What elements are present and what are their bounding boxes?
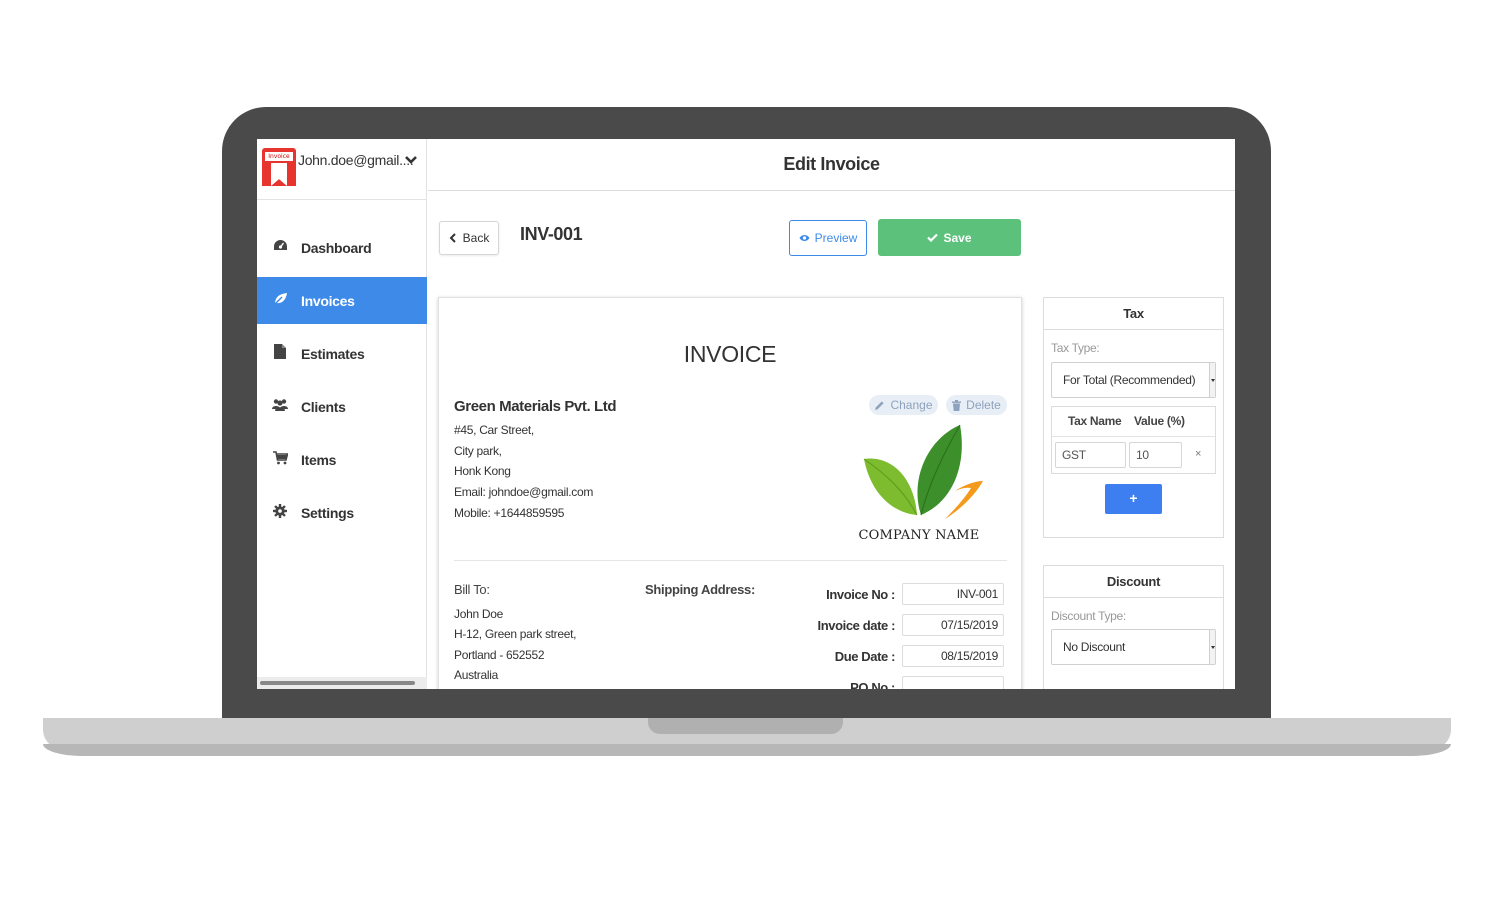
save-button-label: Save: [943, 230, 972, 245]
divider: [1052, 436, 1215, 437]
app-logo: Invoice: [262, 148, 296, 186]
remove-tax-icon[interactable]: ×: [1195, 448, 1201, 460]
leaf-icon: [272, 292, 288, 310]
company-name: Green Materials Pvt. Ltd: [454, 398, 617, 415]
due-date-field[interactable]: [902, 645, 1004, 667]
invoice-heading: INVOICE: [683, 341, 777, 367]
caret-down-icon: [1209, 363, 1215, 397]
discount-panel-title: Discount: [1044, 566, 1223, 598]
bill-to-line: John Doe: [454, 607, 503, 621]
company-address-line: Honk Kong: [454, 464, 511, 478]
sidebar-item-clients[interactable]: Clients: [257, 383, 427, 430]
bill-to-label: Bill To:: [454, 582, 490, 597]
bill-to-line: H-12, Green park street,: [454, 627, 577, 641]
discount-type-label: Discount Type:: [1051, 609, 1126, 623]
shipping-address-label: Shipping Address:: [645, 582, 755, 597]
sidebar-scrollbar[interactable]: [257, 677, 427, 689]
bill-to-line: Australia: [454, 668, 498, 682]
users-icon: [272, 398, 288, 416]
pencil-icon: [875, 400, 885, 410]
company-address-line: #45, Car Street,: [454, 423, 534, 437]
sidebar-item-label: Invoices: [301, 292, 355, 309]
delete-logo-button[interactable]: Delete: [946, 395, 1007, 415]
tax-value-input[interactable]: 10: [1129, 442, 1182, 468]
tax-table: Tax Name Value (%) GST 10 ×: [1051, 406, 1216, 474]
sidebar-item-label: Settings: [301, 504, 354, 521]
gear-icon: [272, 503, 288, 522]
tax-name-input[interactable]: GST: [1055, 442, 1126, 468]
company-mobile: Mobile: +1644859595: [454, 506, 565, 520]
sidebar-item-settings[interactable]: Settings: [257, 489, 427, 536]
change-logo-label: Change: [890, 398, 933, 412]
caret-down-icon: [1209, 630, 1215, 664]
bill-to-line: Portland - 652552: [454, 648, 545, 662]
invoice-no-field[interactable]: [902, 583, 1004, 605]
delete-logo-label: Delete: [966, 398, 1001, 412]
invoice-number-title: INV-001: [520, 224, 583, 244]
back-button[interactable]: Back: [439, 221, 499, 255]
sidebar-item-dashboard[interactable]: Dashboard: [257, 224, 427, 271]
tax-panel-title: Tax: [1044, 298, 1223, 330]
po-no-field[interactable]: [902, 676, 1004, 689]
top-bar: Edit Invoice: [428, 139, 1235, 191]
page-title: Edit Invoice: [783, 154, 880, 174]
save-button[interactable]: Save: [878, 219, 1021, 256]
chevron-down-icon[interactable]: [405, 152, 417, 168]
company-email: Email: johndoe@gmail.com: [454, 485, 594, 499]
user-email: John.doe@gmail....: [298, 152, 414, 168]
invoice-preview-card: INVOICE Green Materials Pvt. Ltd #45, Ca…: [438, 297, 1022, 689]
sidebar-item-label: Estimates: [301, 345, 365, 362]
scrollbar-thumb[interactable]: [260, 681, 415, 685]
back-button-label: Back: [462, 231, 490, 245]
tax-panel: Tax Tax Type: For Total (Recommended) Ta…: [1043, 297, 1224, 538]
dashboard-icon: [272, 239, 288, 257]
tax-type-select[interactable]: For Total (Recommended): [1051, 362, 1216, 398]
invoice-no-label: Invoice No :: [826, 587, 895, 602]
trash-icon: [952, 399, 962, 411]
preview-button-label: Preview: [814, 231, 858, 245]
sidebar-item-invoices[interactable]: Invoices: [257, 277, 427, 324]
tax-value-header: Value (%): [1134, 414, 1185, 428]
sidebar-item-label: Dashboard: [301, 239, 372, 256]
add-tax-button[interactable]: +: [1105, 484, 1162, 514]
divider: [454, 560, 1007, 561]
tax-type-label: Tax Type:: [1051, 341, 1100, 355]
file-icon: [272, 344, 288, 363]
cart-icon: [272, 450, 289, 469]
tax-name-header: Tax Name: [1068, 414, 1122, 428]
sidebar-item-label: Items: [301, 451, 337, 468]
sidebar-item-items[interactable]: Items: [257, 436, 427, 483]
discount-type-select[interactable]: No Discount: [1051, 629, 1216, 665]
preview-button[interactable]: Preview: [789, 220, 867, 256]
document-icon: [271, 163, 287, 186]
app-screen: Invoice John.doe@gmail.... Dashboard Inv…: [257, 139, 1235, 689]
company-address-line: City park,: [454, 444, 502, 458]
app-logo-label: Invoice: [265, 152, 293, 161]
sidebar: Invoice John.doe@gmail.... Dashboard Inv…: [257, 139, 427, 689]
due-date-label: Due Date :: [834, 649, 896, 664]
account-header[interactable]: Invoice John.doe@gmail....: [257, 139, 427, 200]
discount-type-value: No Discount: [1063, 640, 1126, 654]
change-logo-button[interactable]: Change: [869, 395, 938, 415]
chevron-left-icon: [449, 233, 456, 243]
check-icon: [927, 233, 939, 242]
discount-panel: Discount Discount Type: No Discount: [1043, 565, 1224, 689]
company-logo-text: COMPANY NAME: [858, 528, 980, 543]
eye-icon: [799, 235, 810, 241]
company-logo-leaves: [863, 424, 983, 519]
invoice-date-label: Invoice date :: [817, 618, 896, 633]
laptop-notch: [648, 718, 843, 734]
tax-type-value: For Total (Recommended): [1063, 373, 1196, 387]
laptop-base-edge: [43, 744, 1451, 756]
sidebar-item-estimates[interactable]: Estimates: [257, 330, 427, 377]
invoice-date-field[interactable]: [902, 614, 1004, 636]
sidebar-item-label: Clients: [301, 398, 346, 415]
po-no-label: PO No :: [850, 680, 895, 689]
